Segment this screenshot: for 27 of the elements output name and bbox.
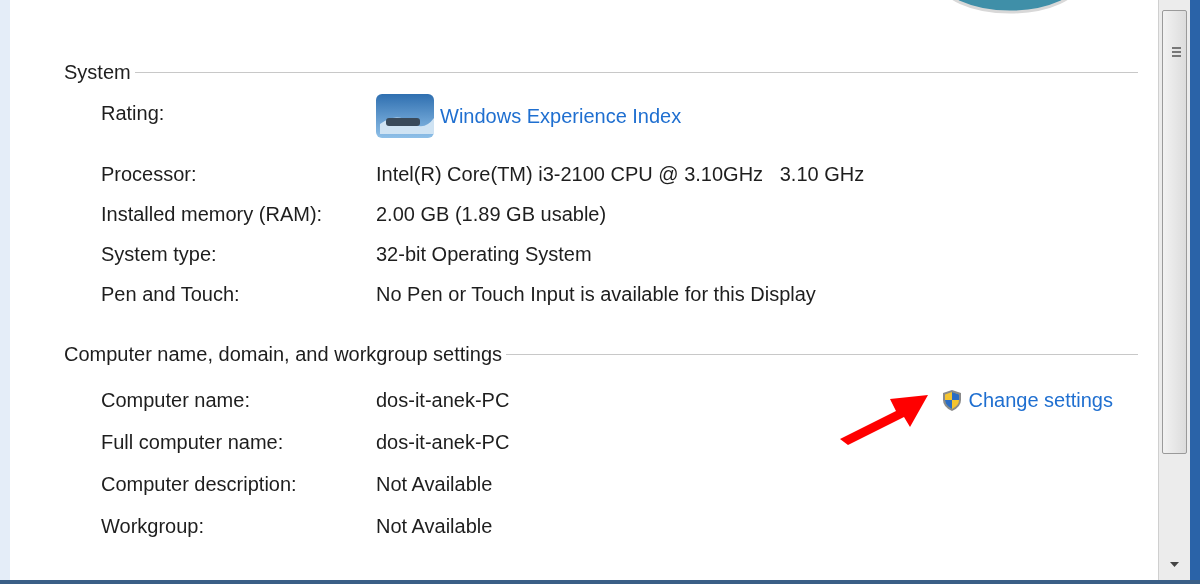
- field-value: dos-it-anek-PC: [376, 388, 510, 412]
- experience-index-link[interactable]: Windows Experience Index: [440, 104, 682, 128]
- section-heading: System: [64, 60, 131, 84]
- field-label: Rating:: [101, 102, 166, 125]
- grip-icon: [1172, 47, 1181, 57]
- rating-badge-icon: [376, 94, 434, 138]
- scrollbar[interactable]: [1158, 0, 1190, 580]
- field-label: Processor:: [101, 162, 198, 186]
- field-label: Installed memory (RAM):: [101, 202, 324, 226]
- field-label: Computer description:: [101, 472, 298, 496]
- field-label: Pen and Touch:: [101, 282, 241, 306]
- field-value: 2.00 GB (1.89 GB usable): [376, 202, 607, 226]
- field-value: Not Available: [376, 472, 493, 496]
- field-label: System type:: [101, 242, 218, 266]
- field-value: 32-bit Operating System: [376, 242, 592, 266]
- field-value: No Pen or Touch Input is available for this Display: [376, 282, 816, 306]
- field-value: Not Available: [376, 514, 493, 538]
- shield-icon: [942, 388, 963, 412]
- field-value: dos-it-anek-PC: [376, 430, 510, 454]
- change-settings-link[interactable]: Change settings: [968, 388, 1113, 412]
- field-label: Computer name:: [101, 388, 251, 412]
- scroll-thumb[interactable]: [1162, 10, 1187, 454]
- field-value: Intel(R) Core(TM) i3-2100 CPU @ 3.10GHz 3.10 GHz: [376, 162, 865, 186]
- section-heading: Computer name, domain, and workgroup settings: [64, 342, 502, 366]
- field-label: Workgroup:: [101, 514, 205, 538]
- scroll-down-icon[interactable]: [1170, 562, 1179, 567]
- field-label: Full computer name:: [101, 430, 285, 454]
